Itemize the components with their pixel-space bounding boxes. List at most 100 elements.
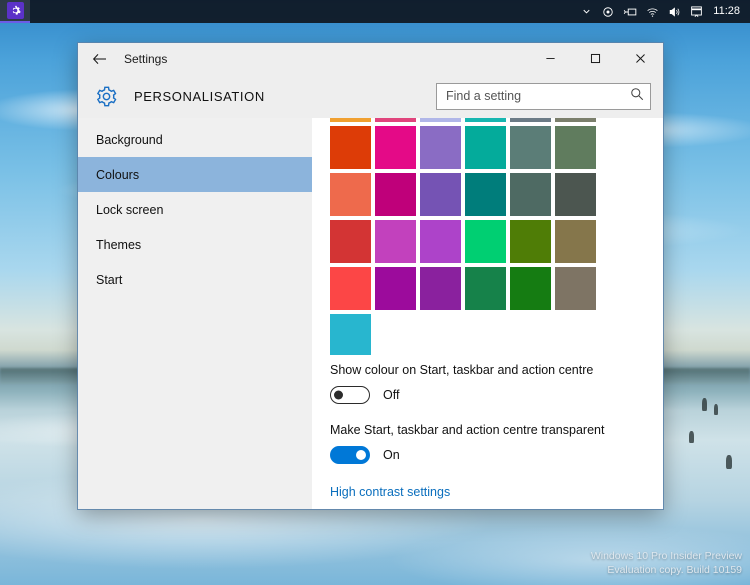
- colour-swatch-cell[interactable]: [420, 220, 465, 267]
- system-tray[interactable]: 11:28: [575, 0, 750, 23]
- accent-colour-grid[interactable]: [330, 118, 600, 355]
- colour-swatch[interactable]: [330, 118, 371, 122]
- colour-swatch-cell[interactable]: [330, 267, 375, 314]
- colour-swatch-cell[interactable]: [330, 314, 375, 355]
- colour-swatch[interactable]: [465, 173, 506, 216]
- colour-swatch[interactable]: [375, 118, 416, 122]
- colour-swatch-cell[interactable]: [555, 267, 600, 314]
- show-colour-toggle[interactable]: [330, 386, 370, 404]
- colour-swatch-cell[interactable]: [330, 118, 375, 126]
- sidebar-item-themes[interactable]: Themes: [78, 227, 312, 262]
- colour-swatch[interactable]: [465, 126, 506, 169]
- colour-swatch[interactable]: [420, 220, 461, 263]
- colour-swatch-cell[interactable]: [330, 220, 375, 267]
- colour-swatch-cell[interactable]: [330, 173, 375, 220]
- colour-swatch[interactable]: [465, 118, 506, 122]
- chevron-up-icon[interactable]: [575, 0, 597, 23]
- network-adapter-icon[interactable]: [619, 0, 641, 23]
- back-arrow-icon[interactable]: [78, 43, 122, 74]
- colour-swatch-cell[interactable]: [465, 267, 510, 314]
- colour-swatch[interactable]: [465, 220, 506, 263]
- colour-swatch[interactable]: [375, 126, 416, 169]
- page-title: PERSONALISATION: [134, 88, 265, 104]
- taskbar[interactable]: 11:28: [0, 0, 750, 23]
- colour-swatch-cell[interactable]: [375, 267, 420, 314]
- colour-swatch-cell[interactable]: [465, 173, 510, 220]
- action-centre-icon[interactable]: [685, 0, 707, 23]
- colour-swatch-cell[interactable]: [510, 118, 555, 126]
- window-titlebar[interactable]: Settings: [78, 43, 663, 74]
- colour-swatch[interactable]: [375, 220, 416, 263]
- colour-swatch-cell[interactable]: [465, 126, 510, 173]
- options-list: Show colour on Start, taskbar and action…: [330, 363, 660, 501]
- colour-swatch-cell[interactable]: [420, 173, 465, 220]
- colour-swatch[interactable]: [510, 220, 551, 263]
- close-button[interactable]: [618, 43, 663, 74]
- colour-swatch[interactable]: [555, 267, 596, 310]
- sidebar-item-label: Background: [96, 132, 163, 147]
- colour-swatch-cell[interactable]: [330, 126, 375, 173]
- volume-icon[interactable]: [663, 0, 685, 23]
- colour-swatch-cell[interactable]: [375, 126, 420, 173]
- sidebar-item-lock-screen[interactable]: Lock screen: [78, 192, 312, 227]
- colour-swatch[interactable]: [555, 173, 596, 216]
- colour-swatch-cell[interactable]: [465, 220, 510, 267]
- colour-swatch[interactable]: [510, 267, 551, 310]
- colour-swatch-cell[interactable]: [465, 118, 510, 126]
- colour-swatch[interactable]: [465, 267, 506, 310]
- colour-swatch-cell[interactable]: [510, 173, 555, 220]
- colour-swatch-cell[interactable]: [510, 267, 555, 314]
- colour-swatch-cell[interactable]: [375, 173, 420, 220]
- colour-swatch-cell[interactable]: [375, 220, 420, 267]
- colour-swatch-cell[interactable]: [555, 173, 600, 220]
- search-input[interactable]: [446, 89, 630, 103]
- settings-sidebar[interactable]: Background Colours Lock screen Themes St…: [78, 118, 312, 509]
- onedrive-icon[interactable]: [597, 0, 619, 23]
- window-controls[interactable]: [528, 43, 663, 74]
- colour-swatch-cell[interactable]: [555, 118, 600, 126]
- colour-swatch[interactable]: [375, 173, 416, 216]
- colour-swatch[interactable]: [420, 126, 461, 169]
- colour-swatch[interactable]: [510, 173, 551, 216]
- taskbar-settings-app-button[interactable]: [0, 0, 30, 23]
- colour-swatch-cell[interactable]: [510, 126, 555, 173]
- colour-swatch[interactable]: [330, 267, 371, 310]
- colour-swatch[interactable]: [375, 267, 416, 310]
- colour-swatch[interactable]: [510, 126, 551, 169]
- colour-swatch[interactable]: [420, 173, 461, 216]
- accent-colour-grid-inner[interactable]: [330, 118, 600, 355]
- colour-swatch-cell[interactable]: [510, 220, 555, 267]
- colour-swatch-cell[interactable]: [420, 118, 465, 126]
- colour-swatch-cell[interactable]: [420, 126, 465, 173]
- high-contrast-settings-link[interactable]: High contrast settings: [330, 485, 450, 499]
- sidebar-item-background[interactable]: Background: [78, 122, 312, 157]
- settings-gear-icon: [6, 2, 24, 19]
- colour-swatch[interactable]: [330, 314, 371, 355]
- option-toggle-row[interactable]: Off: [330, 386, 660, 404]
- sidebar-item-start[interactable]: Start: [78, 262, 312, 297]
- search-icon[interactable]: [630, 87, 644, 106]
- colour-swatch[interactable]: [555, 118, 596, 122]
- option-toggle-row[interactable]: On: [330, 446, 660, 464]
- colour-swatch-cell[interactable]: [555, 126, 600, 173]
- colour-swatch[interactable]: [555, 126, 596, 169]
- watermark-line-1: Windows 10 Pro Insider Preview: [590, 550, 742, 562]
- maximize-button[interactable]: [573, 43, 618, 74]
- taskbar-clock[interactable]: 11:28: [707, 0, 750, 23]
- colour-swatch[interactable]: [420, 118, 461, 122]
- wifi-icon[interactable]: [641, 0, 663, 23]
- sidebar-item-colours[interactable]: Colours: [78, 157, 312, 192]
- search-box[interactable]: [436, 82, 651, 110]
- colour-swatch[interactable]: [330, 126, 371, 169]
- colour-swatch[interactable]: [330, 173, 371, 216]
- colour-swatch-cell[interactable]: [420, 267, 465, 314]
- transparency-toggle[interactable]: [330, 446, 370, 464]
- colour-swatch-cell[interactable]: [555, 220, 600, 267]
- minimize-button[interactable]: [528, 43, 573, 74]
- colour-swatch[interactable]: [330, 220, 371, 263]
- colour-swatch[interactable]: [420, 267, 461, 310]
- colour-swatch-cell[interactable]: [375, 118, 420, 126]
- settings-window[interactable]: Settings PERSONALISATION Find a setting …: [78, 43, 663, 509]
- colour-swatch[interactable]: [510, 118, 551, 122]
- colour-swatch[interactable]: [555, 220, 596, 263]
